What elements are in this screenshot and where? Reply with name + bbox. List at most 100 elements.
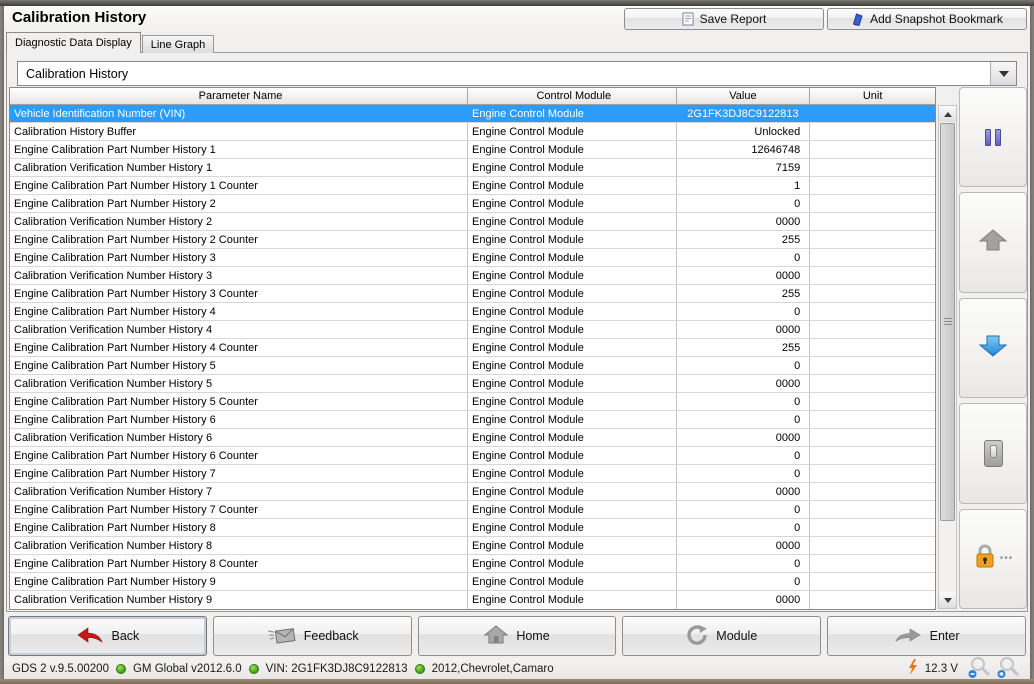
cell-value: 0 bbox=[677, 447, 811, 464]
cell-value: 0 bbox=[677, 303, 811, 320]
scroll-down-icon[interactable] bbox=[939, 592, 956, 608]
table-row[interactable]: Calibration Verification Number History … bbox=[10, 591, 935, 609]
status-green-dot-icon bbox=[116, 664, 126, 674]
cell-param: Engine Calibration Part Number History 3 bbox=[10, 249, 468, 266]
cell-value: 0000 bbox=[677, 483, 811, 500]
cell-value: 0000 bbox=[677, 537, 811, 554]
window-frame-bottom bbox=[0, 679, 1034, 684]
table-row[interactable]: Calibration Verification Number History … bbox=[10, 537, 935, 555]
cell-module: Engine Control Module bbox=[468, 249, 677, 266]
status-item: GDS 2 v.9.5.00200 bbox=[12, 663, 109, 675]
module-button[interactable]: Module bbox=[622, 616, 821, 656]
cell-param: Engine Calibration Part Number History 1 bbox=[10, 141, 468, 158]
table-row[interactable]: Engine Calibration Part Number History 4… bbox=[10, 339, 935, 357]
table-row[interactable]: Engine Calibration Part Number History 3… bbox=[10, 249, 935, 267]
cell-unit bbox=[810, 339, 935, 356]
parameter-table: Parameter Name Control Module Value Unit… bbox=[9, 87, 936, 610]
table-row[interactable]: Engine Calibration Part Number History 2… bbox=[10, 231, 935, 249]
home-label: Home bbox=[516, 629, 549, 643]
scroll-page-up-button[interactable] bbox=[959, 192, 1027, 292]
table-row[interactable]: Vehicle Identification Number (VIN)Engin… bbox=[10, 105, 935, 123]
cell-unit bbox=[810, 231, 935, 248]
cell-module: Engine Control Module bbox=[468, 303, 677, 320]
cell-unit bbox=[810, 249, 935, 266]
table-row[interactable]: Engine Calibration Part Number History 3… bbox=[10, 285, 935, 303]
scroll-up-icon[interactable] bbox=[939, 106, 956, 122]
table-row[interactable]: Engine Calibration Part Number History 8… bbox=[10, 519, 935, 537]
cell-param: Calibration Verification Number History … bbox=[10, 375, 468, 392]
cell-unit bbox=[810, 285, 935, 302]
table-row[interactable]: Engine Calibration Part Number History 1… bbox=[10, 177, 935, 195]
cell-param: Engine Calibration Part Number History 2 bbox=[10, 195, 468, 212]
add-snapshot-bookmark-button[interactable]: Add Snapshot Bookmark bbox=[827, 8, 1027, 30]
table-row[interactable]: Engine Calibration Part Number History 6… bbox=[10, 447, 935, 465]
table-row[interactable]: Engine Calibration Part Number History 2… bbox=[10, 195, 935, 213]
table-row[interactable]: Calibration Verification Number History … bbox=[10, 321, 935, 339]
cell-value: 0 bbox=[677, 357, 811, 374]
cell-param: Calibration Verification Number History … bbox=[10, 429, 468, 446]
cell-unit bbox=[810, 357, 935, 374]
table-row[interactable]: Calibration Verification Number History … bbox=[10, 429, 935, 447]
cell-value: 0000 bbox=[677, 591, 811, 609]
table-row[interactable]: Engine Calibration Part Number History 7… bbox=[10, 501, 935, 519]
cell-value: 0 bbox=[677, 411, 811, 428]
zoom-out-icon[interactable] bbox=[968, 656, 991, 682]
table-row[interactable]: Engine Calibration Part Number History 5… bbox=[10, 357, 935, 375]
table-row[interactable]: Calibration Verification Number History … bbox=[10, 267, 935, 285]
cell-param: Engine Calibration Part Number History 1… bbox=[10, 177, 468, 194]
cell-unit bbox=[810, 159, 935, 176]
table-row[interactable]: Engine Calibration Part Number History 4… bbox=[10, 303, 935, 321]
table-row[interactable]: Engine Calibration Part Number History 5… bbox=[10, 393, 935, 411]
cell-module: Engine Control Module bbox=[468, 159, 677, 176]
toggle-switch-icon bbox=[984, 440, 1003, 467]
arrow-up-icon bbox=[977, 228, 1009, 257]
status-green-dot-icon bbox=[249, 664, 259, 674]
column-header-value[interactable]: Value bbox=[677, 88, 811, 104]
save-report-button[interactable]: Save Report bbox=[624, 8, 824, 30]
home-button[interactable]: Home bbox=[418, 616, 617, 656]
thumb-grip-icon bbox=[944, 318, 952, 326]
pause-button[interactable] bbox=[959, 87, 1027, 187]
table-row[interactable]: Calibration Verification Number History … bbox=[10, 375, 935, 393]
table-row[interactable]: Calibration History BufferEngine Control… bbox=[10, 123, 935, 141]
chevron-down-icon[interactable] bbox=[990, 62, 1016, 85]
cell-value: 0 bbox=[677, 195, 811, 212]
table-row[interactable]: Calibration Verification Number History … bbox=[10, 159, 935, 177]
table-row[interactable]: Engine Calibration Part Number History 8… bbox=[10, 555, 935, 573]
scrollbar-thumb[interactable] bbox=[940, 123, 955, 521]
cell-unit bbox=[810, 213, 935, 230]
table-row[interactable]: Calibration Verification Number History … bbox=[10, 483, 935, 501]
tab-line-graph[interactable]: Line Graph bbox=[142, 35, 214, 53]
cell-param: Engine Calibration Part Number History 7 bbox=[10, 465, 468, 482]
cell-value: 0 bbox=[677, 465, 811, 482]
cell-unit bbox=[810, 519, 935, 536]
table-header-row: Parameter Name Control Module Value Unit bbox=[10, 88, 935, 105]
zoom-in-icon[interactable] bbox=[997, 656, 1020, 682]
back-arrow-icon bbox=[76, 626, 104, 646]
feedback-button[interactable]: Feedback bbox=[213, 616, 412, 656]
parameter-group-dropdown[interactable]: Calibration History bbox=[17, 61, 1017, 86]
battery-bolt-icon bbox=[907, 659, 919, 678]
column-header-parameter-name[interactable]: Parameter Name bbox=[10, 88, 468, 104]
table-row[interactable]: Engine Calibration Part Number History 7… bbox=[10, 465, 935, 483]
table-row[interactable]: Engine Calibration Part Number History 9… bbox=[10, 573, 935, 591]
tab-diagnostic-data-display[interactable]: Diagnostic Data Display bbox=[6, 32, 141, 53]
table-row[interactable]: Engine Calibration Part Number History 1… bbox=[10, 141, 935, 159]
toggle-control-button[interactable] bbox=[959, 403, 1027, 503]
scroll-page-down-button[interactable] bbox=[959, 298, 1027, 398]
back-button[interactable]: Back bbox=[8, 616, 207, 656]
column-header-control-module[interactable]: Control Module bbox=[468, 88, 677, 104]
table-row[interactable]: Engine Calibration Part Number History 6… bbox=[10, 411, 935, 429]
cell-unit bbox=[810, 555, 935, 572]
lock-button[interactable]: ••• bbox=[959, 509, 1027, 609]
cell-param: Engine Calibration Part Number History 3… bbox=[10, 285, 468, 302]
table-row[interactable]: Calibration Verification Number History … bbox=[10, 213, 935, 231]
cell-value: 0000 bbox=[677, 321, 811, 338]
column-header-unit[interactable]: Unit bbox=[810, 88, 935, 104]
side-control-panel: ••• bbox=[959, 87, 1027, 609]
table-scrollbar[interactable] bbox=[938, 105, 957, 609]
title-bar: Calibration History Save Report Add Snap… bbox=[4, 6, 1030, 32]
enter-button[interactable]: Enter bbox=[827, 616, 1026, 656]
cell-unit bbox=[810, 105, 935, 122]
cell-value: 0 bbox=[677, 249, 811, 266]
